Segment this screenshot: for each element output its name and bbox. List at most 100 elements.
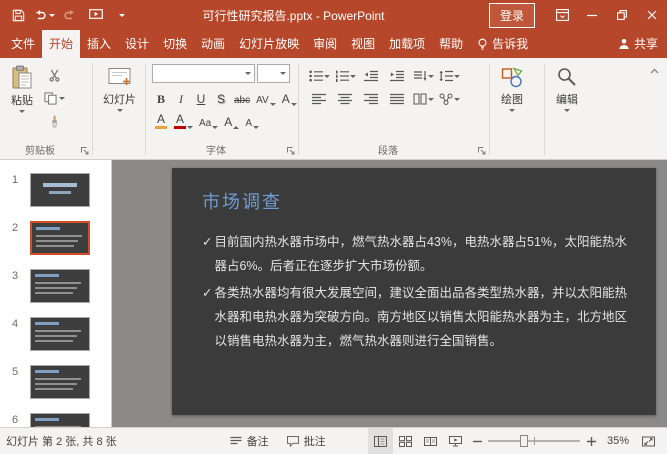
reading-view-icon — [424, 436, 437, 447]
slide-thumbnail-2[interactable] — [30, 221, 90, 255]
collapse-ribbon-button[interactable] — [645, 62, 663, 80]
tab-help[interactable]: 帮助 — [432, 30, 470, 58]
slide-body-textbox[interactable]: ✓ 目前国内热水器市场中，燃气热水器占43%，电热水器占51%，太阳能热水器占6… — [202, 230, 630, 353]
start-slideshow-button[interactable] — [84, 2, 108, 28]
slide-thumbnail-1[interactable] — [30, 173, 90, 207]
zoom-in-button[interactable] — [582, 428, 600, 454]
bullet-item: ✓ 各类热水器均有很大发展空间，建议全面出品各类型热水器，并以太阳能热水器和电热… — [202, 281, 630, 353]
tab-review[interactable]: 审阅 — [306, 30, 344, 58]
bold-button[interactable]: B — [152, 87, 170, 106]
clear-formatting-button[interactable]: A — [152, 110, 170, 129]
fit-to-window-icon — [642, 436, 655, 447]
paragraph-dialog-launcher[interactable] — [476, 145, 487, 156]
slide-thumbnail-5[interactable] — [30, 365, 90, 399]
text-effects-button[interactable]: A — [280, 87, 299, 106]
normal-view-button[interactable] — [368, 428, 393, 454]
tab-addins[interactable]: 加载项 — [382, 30, 432, 58]
columns-button[interactable] — [411, 90, 435, 108]
copy-dropdown-icon — [58, 97, 65, 100]
tell-me-box[interactable]: 告诉我 — [470, 30, 535, 58]
thumbnail-preview — [33, 368, 87, 396]
justify-button[interactable] — [385, 90, 409, 108]
tab-slide-show[interactable]: 幻灯片放映 — [232, 30, 306, 58]
zoom-slider[interactable] — [488, 432, 580, 450]
drawing-button[interactable]: 绘图 — [494, 61, 530, 114]
customize-qat-button[interactable] — [110, 2, 134, 28]
notes-button[interactable]: 备注 — [221, 428, 278, 454]
redo-button[interactable] — [58, 2, 82, 28]
check-bullet-icon: ✓ — [202, 235, 213, 249]
slide-thumbnail-4[interactable] — [30, 317, 90, 351]
paste-button[interactable]: 粘贴 — [4, 61, 40, 115]
tab-design[interactable]: 设计 — [118, 30, 156, 58]
decrease-indent-button[interactable] — [359, 67, 383, 85]
tab-insert[interactable]: 插入 — [80, 30, 118, 58]
font-color-button[interactable]: A — [172, 110, 195, 129]
slide-thumbnail-3[interactable] — [30, 269, 90, 303]
editing-button[interactable]: 编辑 — [549, 61, 585, 114]
slide-sorter-button[interactable] — [393, 428, 418, 454]
format-painter-button[interactable] — [40, 112, 68, 131]
increase-indent-button[interactable] — [385, 67, 409, 85]
text-shadow-button[interactable]: S — [212, 87, 230, 106]
ribbon-display-options-button[interactable] — [547, 0, 577, 30]
bullet-text: 各类热水器均有很大发展空间，建议全面出品各类型热水器，并以太阳能热水器和电热水器… — [214, 286, 627, 348]
restore-button[interactable] — [607, 0, 637, 30]
indent-decrease-icon — [364, 70, 378, 82]
bullets-button[interactable] — [307, 67, 331, 85]
undo-button[interactable] — [32, 2, 56, 28]
bullet-item: ✓ 目前国内热水器市场中，燃气热水器占43%，电热水器占51%，太阳能热水器占6… — [202, 230, 630, 278]
align-right-button[interactable] — [359, 90, 383, 108]
strikethrough-button[interactable]: abc — [232, 87, 252, 106]
italic-button[interactable]: I — [172, 87, 190, 106]
tab-file[interactable]: 文件 — [4, 30, 42, 58]
tab-view[interactable]: 视图 — [344, 30, 382, 58]
font-name-combobox[interactable] — [152, 64, 255, 83]
chevron-down-icon — [280, 72, 286, 75]
close-button[interactable] — [637, 0, 667, 30]
tab-animations[interactable]: 动画 — [194, 30, 232, 58]
slide-show-view-button[interactable] — [443, 428, 468, 454]
copy-button[interactable] — [40, 89, 68, 108]
zoom-level[interactable]: 35% — [600, 435, 636, 447]
increase-font-size-button[interactable]: A — [222, 110, 241, 129]
change-case-button[interactable]: Aa — [197, 110, 220, 129]
current-slide[interactable]: 市场调查 ✓ 目前国内热水器市场中，燃气热水器占43%，电热水器占51%，太阳能… — [172, 168, 656, 415]
clipboard-dialog-launcher[interactable] — [79, 145, 90, 156]
character-spacing-button[interactable]: AV — [254, 87, 278, 106]
minimize-button[interactable] — [577, 0, 607, 30]
paragraph-controls — [303, 61, 465, 108]
slide-title[interactable]: 市场调查 — [202, 188, 282, 214]
thumbnail-preview — [33, 176, 87, 204]
convert-to-smartart-button[interactable] — [437, 90, 461, 108]
reading-view-button[interactable] — [418, 428, 443, 454]
font-dialog-launcher[interactable] — [285, 145, 296, 156]
underline-button[interactable]: U — [192, 87, 210, 106]
fit-to-window-button[interactable] — [636, 428, 661, 454]
sign-in-button[interactable]: 登录 — [488, 2, 535, 28]
align-center-button[interactable] — [333, 90, 357, 108]
comments-button[interactable]: 批注 — [278, 428, 335, 454]
zoom-out-button[interactable] — [468, 428, 486, 454]
numbering-button[interactable] — [333, 67, 357, 85]
cut-button[interactable] — [40, 66, 68, 85]
quick-access-toolbar — [6, 2, 134, 28]
magnifier-icon — [555, 65, 579, 89]
new-slide-button[interactable]: 幻灯片 — [97, 61, 142, 114]
share-button[interactable]: 共享 — [611, 30, 665, 58]
tab-home[interactable]: 开始 — [42, 30, 81, 58]
line-spacing-button[interactable] — [437, 67, 461, 85]
chevron-down-icon — [349, 74, 356, 78]
decrease-font-size-button[interactable]: A — [243, 110, 261, 129]
slide-canvas[interactable]: 市场调查 ✓ 目前国内热水器市场中，燃气热水器占43%，电热水器占51%，太阳能… — [112, 160, 667, 427]
slide-thumbnail-6[interactable] — [30, 413, 90, 427]
notes-icon — [230, 436, 242, 446]
font-size-combobox[interactable] — [257, 64, 290, 83]
zoom-slider-handle[interactable] — [520, 435, 528, 447]
text-direction-button[interactable] — [411, 67, 435, 85]
slide-sorter-icon — [399, 435, 412, 447]
align-left-button[interactable] — [307, 90, 331, 108]
new-slide-icon — [107, 65, 132, 89]
save-button[interactable] — [6, 2, 30, 28]
tab-transitions[interactable]: 切换 — [156, 30, 194, 58]
